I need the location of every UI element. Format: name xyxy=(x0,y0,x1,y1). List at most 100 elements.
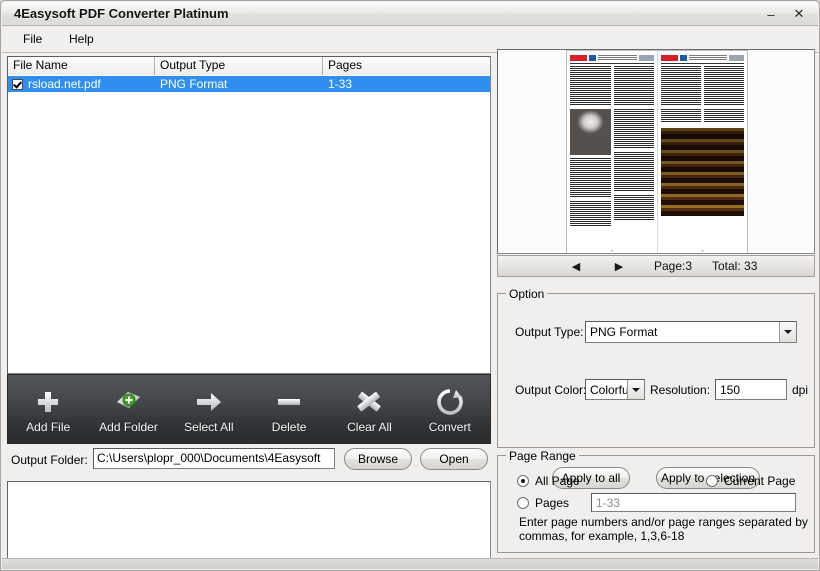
text-block xyxy=(613,66,654,106)
text-column xyxy=(661,66,701,126)
status-bar xyxy=(2,558,818,569)
arrow-right-icon xyxy=(194,385,224,419)
menu-item-file[interactable]: File xyxy=(16,31,49,48)
text-block xyxy=(613,109,654,149)
page-number-right: 5 xyxy=(701,248,704,253)
chevron-down-icon[interactable] xyxy=(627,380,644,399)
cell-pages: 1-33 xyxy=(328,77,353,91)
masthead-rule xyxy=(570,63,654,64)
radio-pages-indicator[interactable] xyxy=(517,497,529,509)
clear-all-label: Clear All xyxy=(347,419,392,434)
page-range-group-title: Page Range xyxy=(506,449,579,463)
delete-button[interactable]: Delete xyxy=(249,375,329,443)
preview-left-page: 4 xyxy=(567,51,657,253)
current-page-indicator: Page:3 xyxy=(654,259,693,273)
pages-input[interactable]: 1-33 xyxy=(591,493,796,512)
table-row[interactable]: rsload.net.pdf PNG Format 1-33 xyxy=(8,76,490,92)
convert-button[interactable]: Convert xyxy=(410,375,490,443)
text-block xyxy=(570,158,611,198)
menu-item-help[interactable]: Help xyxy=(62,31,101,48)
clear-all-button[interactable]: Clear All xyxy=(329,375,409,443)
triangle-left-icon[interactable]: ◀ xyxy=(566,256,586,276)
radio-pages-label: Pages xyxy=(535,496,570,510)
logo-blue-block xyxy=(589,54,596,61)
text-block xyxy=(661,66,701,106)
text-column xyxy=(704,66,744,126)
add-folder-label: Add Folder xyxy=(99,419,158,434)
chevron-down-icon[interactable] xyxy=(779,322,796,342)
output-folder-input[interactable]: C:\Users\plopr_000\Documents\4Easysoft xyxy=(93,448,335,469)
page-spread: 4 5 xyxy=(567,51,747,253)
log-panel xyxy=(7,481,491,561)
output-color-value: Colorful xyxy=(590,382,627,397)
text-columns-left xyxy=(570,66,654,230)
logo-text-block xyxy=(598,55,637,60)
file-list-header: File Name Output Type Pages xyxy=(8,57,490,75)
cross-icon xyxy=(355,385,383,419)
output-type-label: Output Type: xyxy=(515,325,584,339)
radio-all-page[interactable]: All Page xyxy=(517,474,580,488)
minimize-button[interactable]: – xyxy=(758,4,784,24)
delete-label: Delete xyxy=(271,419,307,434)
action-toolbar: Add File Add Folder Select All Delete Cl… xyxy=(7,374,491,444)
refresh-icon xyxy=(435,385,465,419)
select-all-button[interactable]: Select All xyxy=(169,375,249,443)
text-block xyxy=(570,201,611,227)
browse-button[interactable]: Browse xyxy=(344,448,412,470)
text-block xyxy=(704,66,744,106)
radio-current-page-indicator[interactable] xyxy=(706,475,718,487)
total-pages-indicator: Total: 33 xyxy=(712,259,758,273)
logo-blue-block xyxy=(680,54,687,61)
open-button[interactable]: Open xyxy=(420,448,488,470)
file-list[interactable]: File Name Output Type Pages rsload.net.p… xyxy=(7,56,491,374)
preview-panel[interactable]: 4 5 xyxy=(497,49,815,254)
row-checkbox[interactable] xyxy=(12,78,23,90)
portrait-photo xyxy=(570,109,611,155)
text-columns-right xyxy=(661,66,744,126)
file-name-text: rsload.net.pdf xyxy=(28,77,101,91)
close-button[interactable]: ✕ xyxy=(786,4,812,24)
logo-text-block xyxy=(689,55,727,60)
radio-current-page-label: Current Page xyxy=(724,474,796,488)
radio-current-page[interactable]: Current Page xyxy=(706,474,795,488)
preview-right-page: 5 xyxy=(657,51,747,253)
column-header-file-name[interactable]: File Name xyxy=(8,57,155,75)
window-title: 4Easysoft PDF Converter Platinum xyxy=(14,6,229,21)
title-bar: 4Easysoft PDF Converter Platinum – ✕ xyxy=(2,2,818,26)
dpi-unit-label: dpi xyxy=(792,383,809,397)
radio-all-page-indicator[interactable] xyxy=(517,475,529,487)
masthead-right xyxy=(661,54,744,61)
output-folder-label: Output Folder: xyxy=(11,453,88,467)
text-block xyxy=(613,195,654,221)
output-type-select[interactable]: PNG Format xyxy=(585,321,797,343)
text-column xyxy=(613,66,654,230)
output-folder-row: Output Folder: C:\Users\plopr_000\Docume… xyxy=(7,448,491,474)
text-block xyxy=(570,66,611,106)
column-header-output-type[interactable]: Output Type xyxy=(155,57,323,75)
output-color-select[interactable]: Colorful xyxy=(585,379,645,400)
text-column xyxy=(570,66,611,230)
triangle-right-icon[interactable]: ▶ xyxy=(609,256,629,276)
select-all-label: Select All xyxy=(184,419,234,434)
logo-red-block xyxy=(661,54,678,61)
cell-output-type: PNG Format xyxy=(160,77,228,91)
radio-all-page-label: All Page xyxy=(535,474,580,488)
add-file-button[interactable]: Add File xyxy=(8,375,88,443)
page-preview-image: 4 5 xyxy=(566,50,748,253)
resolution-input[interactable]: 150 xyxy=(715,379,787,400)
color-photo xyxy=(661,128,744,216)
masthead-left xyxy=(570,54,654,61)
convert-label: Convert xyxy=(428,419,471,434)
logo-corner-block xyxy=(729,54,744,61)
text-block xyxy=(661,109,701,123)
column-header-pages[interactable]: Pages xyxy=(323,57,490,75)
logo-red-block xyxy=(570,54,587,61)
right-pane: 4 5 ◀ ▶ Page:3 Total: 33 Option Output T… xyxy=(497,49,815,561)
plus-icon xyxy=(34,385,62,419)
add-folder-button[interactable]: Add Folder xyxy=(88,375,168,443)
logo-corner-block xyxy=(639,54,654,61)
radio-pages[interactable]: Pages xyxy=(517,496,569,510)
text-block xyxy=(613,152,654,192)
text-block xyxy=(704,109,744,123)
page-number-left: 4 xyxy=(610,248,614,253)
